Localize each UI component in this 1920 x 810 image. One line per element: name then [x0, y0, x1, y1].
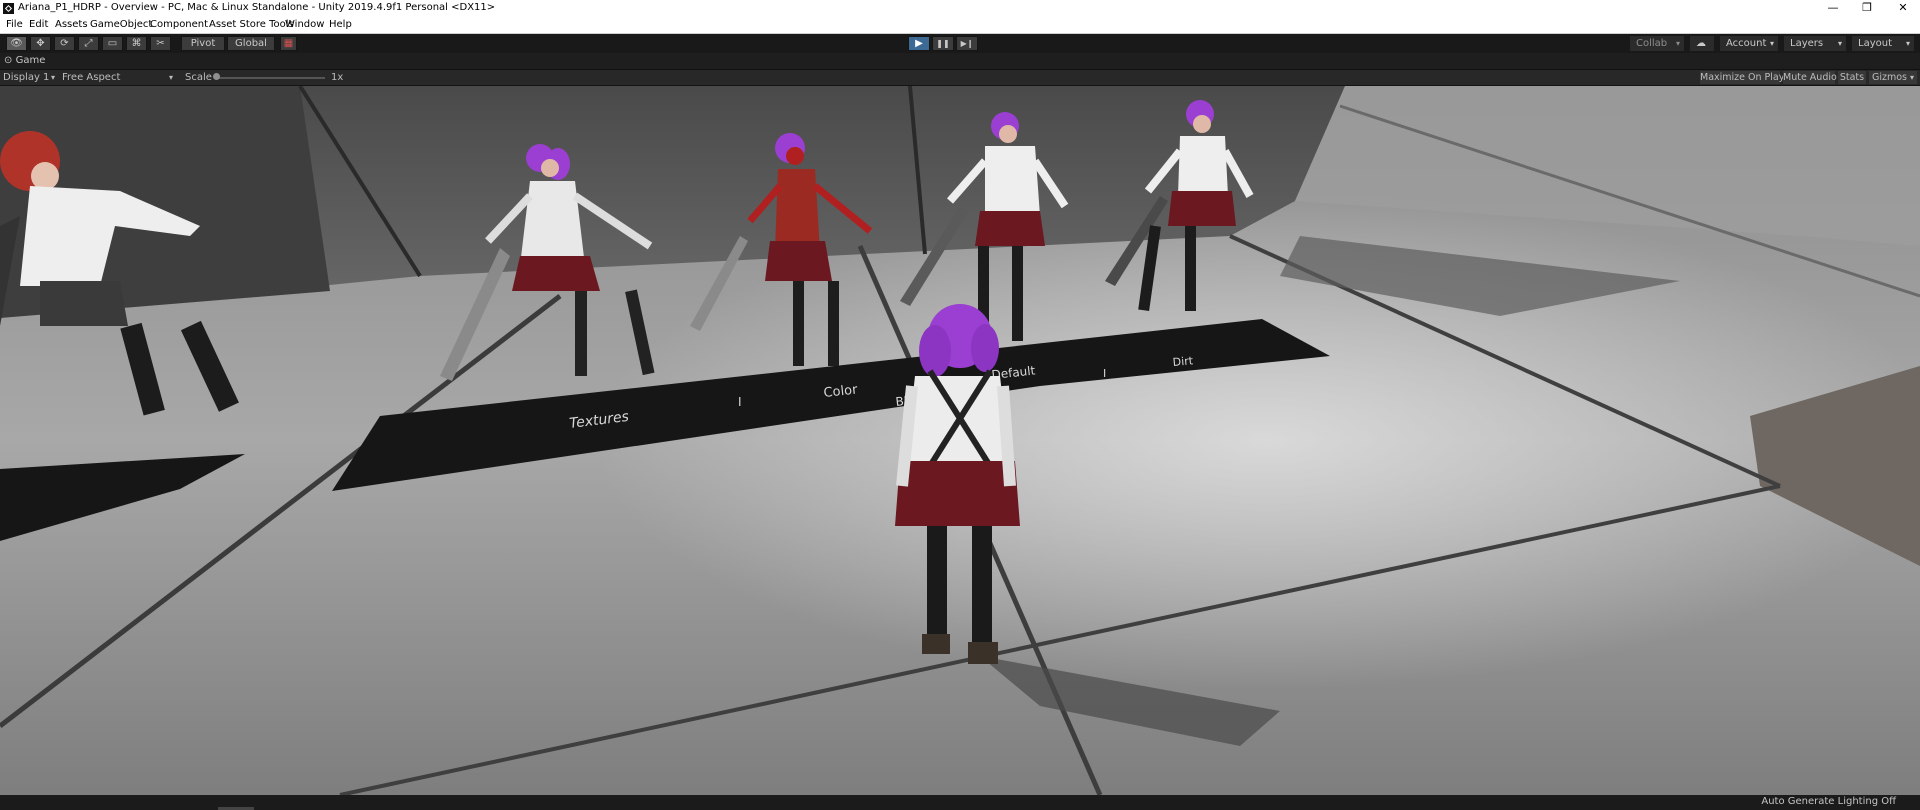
- menu-file[interactable]: File: [6, 19, 23, 30]
- gizmos-label: Gizmos: [1871, 72, 1907, 83]
- play-button[interactable]: ▶: [908, 36, 930, 51]
- tab-game[interactable]: ⊙ Game: [4, 54, 64, 69]
- move-tool-icon[interactable]: ✥: [30, 36, 51, 51]
- minimize-button[interactable]: —: [1816, 0, 1850, 17]
- scale-value: 1x: [331, 72, 344, 83]
- display-label: Display 1: [3, 72, 50, 83]
- menu-asset-store-tools[interactable]: Asset Store Tools: [209, 19, 294, 30]
- scale-label: Scale: [185, 72, 212, 83]
- chevron-down-icon: ▾: [1769, 39, 1774, 48]
- menu-edit[interactable]: Edit: [29, 19, 48, 30]
- chevron-down-icon: ▾: [1905, 39, 1910, 48]
- transform-tool-icon[interactable]: ⌘: [126, 36, 147, 51]
- cloud-icon: ☁: [1696, 38, 1706, 49]
- pivot-toggle[interactable]: Pivot: [181, 36, 225, 51]
- step-button[interactable]: ▶❙: [956, 36, 978, 51]
- collab-dropdown[interactable]: Collab ▾: [1630, 36, 1684, 51]
- scale-tool-icon[interactable]: ⤢: [78, 36, 99, 51]
- scale-slider-handle[interactable]: [213, 73, 220, 80]
- status-bar: Auto Generate Lighting Off: [0, 795, 1920, 810]
- account-dropdown[interactable]: Account ▾: [1720, 36, 1778, 51]
- chevron-down-icon: ▾: [1675, 39, 1680, 48]
- menu-help[interactable]: Help: [329, 19, 352, 30]
- menu-assets[interactable]: Assets: [55, 19, 88, 30]
- chevron-down-icon: ▾: [51, 73, 56, 82]
- scale-slider[interactable]: [215, 77, 325, 79]
- window-title: Ariana_P1_HDRP - Overview - PC, Mac & Li…: [18, 2, 496, 13]
- mute-audio-toggle[interactable]: Mute Audio: [1783, 71, 1837, 84]
- custom-tool-icon[interactable]: ✂: [150, 36, 171, 51]
- hand-tool-icon[interactable]: 👁: [6, 36, 27, 51]
- cloud-button[interactable]: ☁: [1690, 36, 1714, 51]
- chevron-down-icon: ▾: [1910, 73, 1915, 82]
- display-dropdown[interactable]: Display 1 ▾: [3, 70, 57, 85]
- scene-render: Textures I Color BLEND MODE Default I Di…: [0, 86, 1920, 795]
- sign-dirt: Dirt: [1172, 354, 1194, 369]
- account-label: Account: [1726, 38, 1767, 49]
- rect-tool-icon[interactable]: ▭: [102, 36, 123, 51]
- lighting-status: Auto Generate Lighting Off: [1761, 796, 1896, 807]
- rotate-tool-icon[interactable]: ⟳: [54, 36, 75, 51]
- aspect-label: Free Aspect: [62, 72, 121, 83]
- main-toolbar: 👁 ✥ ⟳ ⤢ ▭ ⌘ ✂ Pivot Global ▦ ▶ ❚❚ ▶❙ Col…: [0, 34, 1920, 53]
- maximize-on-play-toggle[interactable]: Maximize On Play: [1700, 71, 1784, 84]
- maximize-button[interactable]: ❐: [1850, 0, 1884, 17]
- snap-icon[interactable]: ▦: [280, 36, 297, 51]
- gamepad-icon: ⊙: [4, 55, 13, 66]
- menu-component[interactable]: Component: [150, 19, 208, 30]
- stats-toggle[interactable]: Stats: [1838, 71, 1866, 84]
- unity-logo-icon: [3, 3, 14, 14]
- chevron-down-icon: ▾: [1837, 39, 1842, 48]
- sign-separator: I: [1103, 367, 1106, 380]
- menu-window[interactable]: Window: [285, 19, 324, 30]
- sign-separator: I: [738, 395, 742, 409]
- pause-button[interactable]: ❚❚: [932, 36, 954, 51]
- game-view-toolbar: Display 1 ▾ Free Aspect ▾ Scale 1x Maxim…: [0, 70, 1920, 86]
- menu-bar: File Edit Assets GameObject Component As…: [0, 17, 1920, 34]
- collab-label: Collab: [1636, 38, 1668, 49]
- global-toggle[interactable]: Global: [227, 36, 275, 51]
- menu-gameobject[interactable]: GameObject: [90, 19, 152, 30]
- window-titlebar: Ariana_P1_HDRP - Overview - PC, Mac & Li…: [0, 0, 1920, 17]
- layout-label: Layout: [1858, 38, 1892, 49]
- aspect-dropdown[interactable]: Free Aspect ▾: [62, 70, 178, 85]
- layers-dropdown[interactable]: Layers ▾: [1784, 36, 1846, 51]
- close-button[interactable]: ✕: [1886, 0, 1920, 17]
- layers-label: Layers: [1790, 38, 1824, 49]
- layout-dropdown[interactable]: Layout ▾: [1852, 36, 1914, 51]
- game-viewport[interactable]: Textures I Color BLEND MODE Default I Di…: [0, 86, 1920, 795]
- game-tab-bar: ⊙ Game: [0, 53, 1920, 70]
- chevron-down-icon: ▾: [169, 73, 174, 82]
- tab-game-label: Game: [15, 55, 46, 66]
- gizmos-dropdown[interactable]: Gizmos ▾: [1869, 71, 1917, 84]
